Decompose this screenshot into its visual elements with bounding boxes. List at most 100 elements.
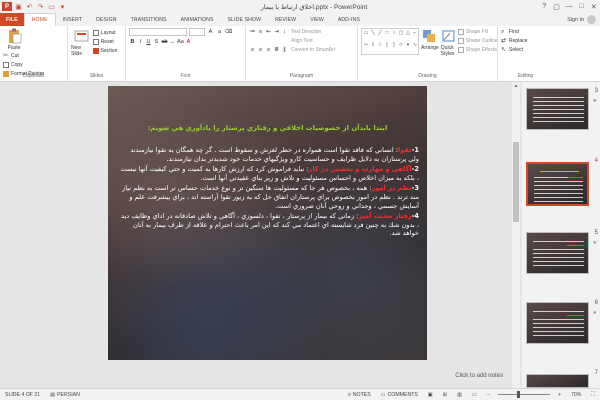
slide-thumbnail[interactable] [526,88,589,130]
rounded-rectangle-shape-icon[interactable]: ▢ [398,30,404,36]
shapes-gallery[interactable]: ▭ ╲ ╱ □ ○ ▢ △ ⌐ ⇨ ⇩ ☆ { } ✩ ▾ ∿ [361,28,419,55]
customize-toolbar-icon[interactable]: ▾ [58,2,67,11]
slide-sorter-button[interactable]: ⊞ [438,392,452,398]
help-button[interactable]: ? [538,0,550,13]
reset-button[interactable]: Reset [92,38,118,46]
bullets-icon[interactable]: ≔ [249,28,256,35]
thumbnail-item[interactable]: 7 [522,366,600,388]
minimize-button[interactable]: — [563,0,575,13]
scroll-up-icon[interactable]: ▲ [512,82,520,90]
thumbnail-item[interactable]: 6 ★ [522,296,600,358]
convert-smartart-button[interactable]: Convert to SmartArt [291,46,335,54]
line-shape-icon[interactable]: ╱ [377,30,383,36]
slideshow-view-button[interactable]: ▭ [467,392,482,398]
slide-thumbnail[interactable] [526,374,589,388]
tab-file[interactable]: FILE [0,13,24,26]
font-family-input[interactable] [129,28,187,36]
rectangle-shape-icon[interactable]: □ [384,30,390,36]
notes-pane[interactable]: Click to add notes [108,372,508,384]
fit-slide-icon[interactable]: ⛶ [586,391,600,398]
textbox-shape-icon[interactable]: ▭ [363,30,369,36]
triangle-shape-icon[interactable]: △ [405,30,411,36]
tab-insert[interactable]: INSERT [56,13,90,26]
star-shape-icon[interactable]: ☆ [377,42,383,48]
layout-button[interactable]: Layout [92,29,118,37]
star-shape-icon[interactable]: ✩ [398,42,404,48]
slide-heading[interactable]: ابتدا بايدآن از خصوصيات اخلاقي و رفتاري … [116,124,419,132]
shape-outline-button[interactable]: Shape Outline [457,37,498,45]
tab-add-ins[interactable]: ADD-INS [331,13,367,26]
change-case-icon[interactable]: Aa [177,38,184,45]
character-spacing-icon[interactable]: ↔ [169,38,176,45]
start-slideshow-icon[interactable]: ▭ [47,2,56,11]
text-direction-button[interactable]: Text Direction [291,28,335,36]
decrease-indent-icon[interactable]: ⇤ [265,28,272,35]
thumbnail-item[interactable]: 4 [522,154,600,216]
cut-button[interactable]: ✂ Cut [3,52,44,60]
tab-review[interactable]: REVIEW [268,13,303,26]
zoom-slider[interactable] [497,391,550,398]
thumbnail-item[interactable]: 5 ★ [522,226,600,288]
font-color-icon[interactable]: A [185,38,192,45]
curve-shape-icon[interactable]: ∿ [412,42,418,48]
tab-transitions[interactable]: TRANSITIONS [124,13,174,26]
vertical-scrollbar[interactable]: ▲ [512,82,520,388]
line-shape-icon[interactable]: ╲ [370,30,376,36]
bold-icon[interactable]: B [129,38,136,45]
close-button[interactable]: ✕ [588,0,600,13]
zoom-level[interactable]: 70% [566,392,586,398]
zoom-in-button[interactable]: + [553,392,566,398]
zoom-slider-handle[interactable] [516,391,520,398]
normal-view-button[interactable]: ▣ [423,392,438,398]
arrange-button[interactable]: Arrange [421,28,439,57]
arrow-shape-icon[interactable]: ⌐ [412,30,418,36]
shape-effects-button[interactable]: Shape Effects [457,46,498,54]
shape-fill-button[interactable]: Shape Fill [457,28,498,36]
tab-view[interactable]: VIEW [303,13,331,26]
zoom-out-button[interactable]: − [482,392,495,398]
line-spacing-icon[interactable]: ↕ [281,28,288,35]
arrow-right-shape-icon[interactable]: ⇨ [363,42,369,48]
slide-thumbnail-selected[interactable] [526,162,589,206]
numbering-icon[interactable]: ≡ [257,28,264,35]
justify-icon[interactable]: ≣ [273,46,280,53]
find-button[interactable]: ⌕ Find [501,28,527,36]
shadow-icon[interactable]: S [153,38,160,45]
save-icon[interactable]: ▣ [14,2,23,11]
italic-icon[interactable]: I [137,38,144,45]
redo-icon[interactable]: ↷ [36,2,45,11]
undo-icon[interactable]: ↶ [25,2,34,11]
maximize-button[interactable]: □ [575,0,587,13]
oval-shape-icon[interactable]: ○ [391,30,397,36]
strikethrough-icon[interactable]: ab [161,38,168,45]
quick-styles-button[interactable]: Quick Styles [441,28,456,57]
align-right-icon[interactable]: ≡ [265,46,272,53]
brace-shape-icon[interactable]: } [391,42,397,48]
ribbon-display-options-button[interactable]: ▢ [550,0,562,13]
section-button[interactable]: Section [92,47,117,55]
align-left-icon[interactable]: ≡ [249,46,256,53]
slide-canvas[interactable]: ابتدا بايدآن از خصوصيات اخلاقي و رفتاري … [108,86,427,360]
comments-button[interactable]: ▭ COMMENTS [376,392,423,398]
brace-shape-icon[interactable]: { [384,42,390,48]
arrow-down-shape-icon[interactable]: ⇩ [370,42,376,48]
align-text-button[interactable]: Align Text [291,37,335,45]
replace-button[interactable]: ⇄ Replace [501,37,527,45]
slide-thumbnail[interactable] [526,232,589,274]
underline-icon[interactable]: U [145,38,152,45]
sign-in[interactable]: Sign in [567,13,600,26]
clear-formatting-icon[interactable]: ⌫ [225,28,233,35]
thumbnail-item[interactable]: 3 ★ [522,86,600,148]
tab-design[interactable]: DESIGN [89,13,124,26]
columns-icon[interactable]: ∥ [281,46,288,53]
decrease-font-icon[interactable]: a [216,28,223,35]
increase-font-icon[interactable]: A [207,28,214,35]
tab-home[interactable]: HOME [23,13,56,26]
select-button[interactable]: ↖ Select [501,46,527,54]
more-shapes-icon[interactable]: ▾ [405,42,411,48]
language-indicator[interactable]: ▤ PERSIAN [45,392,85,398]
align-center-icon[interactable]: ≡ [257,46,264,53]
increase-indent-icon[interactable]: ⇥ [273,28,280,35]
paste-button[interactable]: Paste [3,28,25,51]
slide-body-textbox[interactable]: 1-تقوا: انساني كه فاقد تقوا است همواره د… [118,146,420,240]
